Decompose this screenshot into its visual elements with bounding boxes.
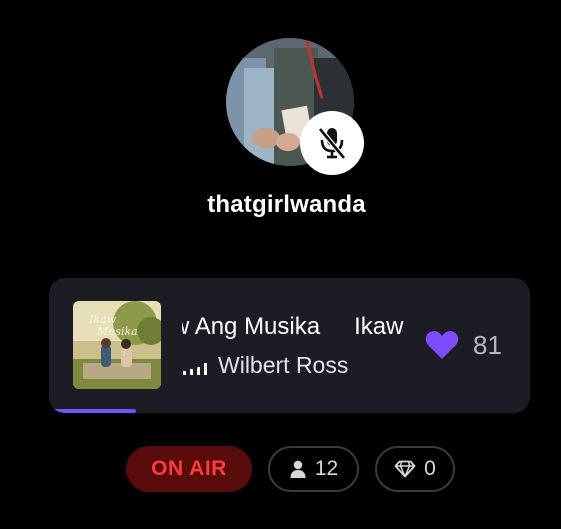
- listeners-count: 12: [314, 457, 339, 480]
- heart-icon: [425, 331, 459, 359]
- room-status-bar: ON AIR 12 0: [126, 446, 455, 492]
- listeners-count-button[interactable]: 12: [268, 446, 359, 492]
- gems-count-button[interactable]: 0: [375, 446, 455, 492]
- person-icon: [290, 460, 306, 478]
- song-progress-fill: [49, 409, 136, 413]
- like-button[interactable]: 81: [425, 330, 502, 360]
- diamond-icon: [394, 460, 416, 478]
- song-artist: Wilbert Ross: [218, 352, 349, 378]
- equalizer-icon: [183, 363, 207, 375]
- like-count: 81: [473, 330, 502, 360]
- on-air-label: ON AIR: [151, 457, 227, 480]
- now-playing-card[interactable]: Ikaw Musika Ikaw Ang Musika Ikaw Ang Mus…: [49, 278, 530, 413]
- svg-text:Musika: Musika: [96, 325, 138, 338]
- mic-off-icon: [318, 127, 346, 160]
- album-cover: Ikaw Musika: [73, 301, 161, 389]
- gems-count: 0: [424, 457, 436, 480]
- live-room-screen: thatgirlwanda Ikaw Musika Ikaw Ang Musik…: [0, 0, 561, 529]
- song-title-marquee: Ikaw Ang Musika Ikaw Ang Musika: [182, 312, 404, 342]
- on-air-badge: ON AIR: [126, 446, 252, 492]
- host-username[interactable]: thatgirlwanda: [0, 191, 561, 219]
- song-title-repeat: Ikaw Ang Musika: [354, 313, 404, 340]
- song-title: Ikaw Ang Musika: [182, 313, 321, 340]
- song-progress-bar: [49, 409, 530, 413]
- mic-off-button[interactable]: [300, 111, 364, 175]
